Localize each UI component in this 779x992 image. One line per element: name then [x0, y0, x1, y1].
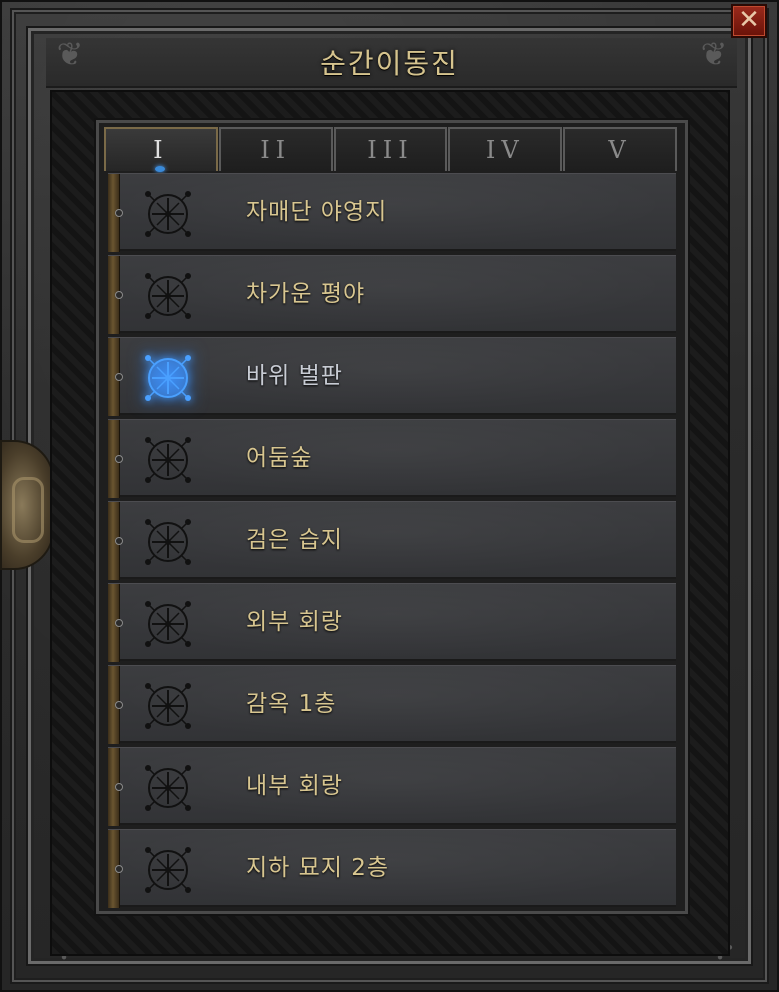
waypoint-row[interactable]: 외부 회랑	[108, 583, 676, 662]
act-tabs: I II III IV V	[104, 127, 678, 171]
waypoint-row[interactable]: 어둠숲	[108, 419, 676, 498]
waypoint-name: 내부 회랑	[246, 773, 343, 799]
waypoint-row[interactable]: 내부 회랑	[108, 747, 676, 826]
waypoint-icon	[140, 842, 196, 898]
tab-act-2[interactable]: II	[218, 127, 333, 171]
waypoint-row[interactable]: 검은 습지	[108, 501, 676, 580]
waypoint-icon	[140, 432, 196, 488]
waypoint-name: 어둠숲	[246, 445, 313, 471]
waypoint-row[interactable]: 감옥 1층	[108, 665, 676, 744]
row-pin-icon	[115, 701, 123, 709]
close-button[interactable]: ✕	[731, 4, 767, 38]
waypoint-icon	[140, 186, 196, 242]
tab-act-3[interactable]: III	[333, 127, 448, 171]
waypoint-name: 외부 회랑	[246, 609, 343, 635]
row-pin-icon	[115, 619, 123, 627]
row-pin-icon	[115, 537, 123, 545]
row-pin-icon	[115, 865, 123, 873]
waypoint-list: 자매단 야영지차가운 평야바위 벌판어둠숲검은 습지외부 회랑감옥 1층내부 회…	[108, 173, 676, 911]
tab-act-4[interactable]: IV	[448, 127, 563, 171]
waypoint-active-icon	[140, 350, 196, 406]
waypoint-name: 자매단 야영지	[246, 199, 388, 225]
tab-act-5[interactable]: V	[563, 127, 677, 171]
waypoint-icon	[140, 268, 196, 324]
row-pin-icon	[115, 291, 123, 299]
waypoint-icon	[140, 678, 196, 734]
waypoint-icon	[140, 514, 196, 570]
window-title: 순간이동진	[320, 47, 459, 80]
waypoint-row[interactable]: 자매단 야영지	[108, 173, 676, 252]
row-pin-icon	[115, 209, 123, 217]
waypoint-icon	[140, 760, 196, 816]
tab-act-1[interactable]: I	[104, 127, 218, 171]
waypoint-row[interactable]: 바위 벌판	[108, 337, 676, 416]
active-tab-indicator	[155, 166, 165, 172]
row-pin-icon	[115, 783, 123, 791]
close-icon: ✕	[738, 5, 760, 35]
latch-ornament-icon	[0, 440, 54, 570]
waypoint-name: 감옥 1층	[246, 691, 337, 717]
waypoint-name: 지하 묘지 2층	[246, 855, 390, 881]
waypoint-row[interactable]: 차가운 평야	[108, 255, 676, 334]
waypoint-name: 바위 벌판	[246, 363, 343, 389]
row-pin-icon	[115, 455, 123, 463]
waypoint-icon	[140, 596, 196, 652]
waypoint-name: 검은 습지	[246, 527, 343, 553]
waypoint-name: 차가운 평야	[246, 281, 366, 307]
row-pin-icon	[115, 373, 123, 381]
waypoint-row[interactable]: 지하 묘지 2층	[108, 829, 676, 908]
